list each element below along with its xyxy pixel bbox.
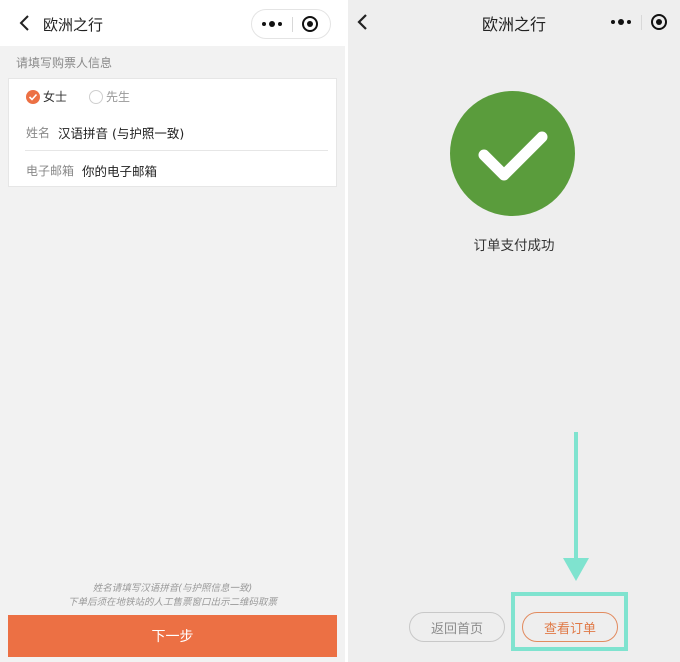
hint-ticket: 下单后须在地铁站的人工售票窗口出示二维码取票 <box>67 597 277 608</box>
more-icon[interactable] <box>252 10 292 38</box>
buyer-info-form: 女士 先生 姓名 汉语拼音 (与护照一致) 电子邮箱 你的电子邮箱 <box>8 78 337 187</box>
email-field[interactable]: 电子邮箱 你的电子邮箱 <box>26 161 157 180</box>
back-home-button[interactable]: 返回首页 <box>409 612 505 642</box>
nav-bar: 欧洲之行 <box>0 0 345 46</box>
right-screen: 欧洲之行 订单支付成功 返回首页 查看订单 <box>348 0 680 662</box>
capsule-divider <box>292 17 293 32</box>
field-divider <box>25 150 328 151</box>
view-order-button[interactable]: 查看订单 <box>522 612 618 642</box>
name-label: 姓名 <box>26 126 51 140</box>
close-target-icon[interactable] <box>302 16 318 32</box>
mini-program-capsule <box>600 7 680 37</box>
radio-male-label[interactable]: 先生 <box>106 88 130 105</box>
more-icon[interactable] <box>601 8 641 36</box>
checkmark-icon <box>478 131 548 181</box>
radio-female-label[interactable]: 女士 <box>43 88 67 105</box>
radio-female[interactable] <box>26 89 40 104</box>
success-icon <box>450 91 575 216</box>
section-title: 请填写购票人信息 <box>16 56 113 70</box>
name-input[interactable]: 汉语拼音 (与护照一致) <box>58 123 184 142</box>
page-title: 欧洲之行 <box>43 16 104 34</box>
gender-radio-group: 女士 先生 <box>26 88 130 105</box>
email-label: 电子邮箱 <box>26 164 75 178</box>
radio-male[interactable] <box>89 89 104 104</box>
back-icon[interactable] <box>16 13 34 33</box>
hint-name: 姓名请填写汉语拼音(与护照信息一致) <box>92 583 253 594</box>
next-button[interactable]: 下一步 <box>8 615 337 657</box>
capsule-divider <box>641 15 642 30</box>
annotation-arrow-icon <box>563 432 589 581</box>
name-field[interactable]: 姓名 汉语拼音 (与护照一致) <box>26 123 184 142</box>
close-target-icon[interactable] <box>651 14 667 30</box>
mini-program-capsule <box>251 9 331 39</box>
left-screen: 欧洲之行 请填写购票人信息 女士 先生 姓名 汉语拼音 (与护照一致) 电子邮箱… <box>0 0 345 662</box>
check-icon <box>28 93 38 101</box>
email-input[interactable]: 你的电子邮箱 <box>82 161 157 180</box>
payment-success-text: 订单支付成功 <box>473 238 555 254</box>
